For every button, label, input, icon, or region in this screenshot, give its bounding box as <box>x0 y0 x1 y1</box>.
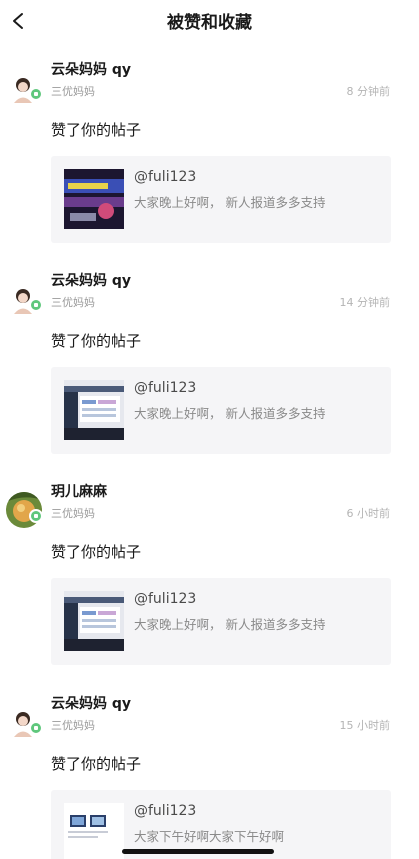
post-excerpt: 大家晚上好啊， 新人报道多多支持 <box>134 406 326 421</box>
level-badge-icon <box>29 87 43 101</box>
navigation-bar: 被赞和收藏 <box>0 0 419 44</box>
home-indicator[interactable] <box>122 849 274 854</box>
post-author[interactable]: @fuli123 <box>134 169 196 185</box>
action-text: 赞了你的帖子 <box>51 543 142 561</box>
timestamp: 14 分钟前 <box>339 296 391 309</box>
username[interactable]: 云朵妈妈 qy <box>51 59 131 79</box>
post-thumbnail <box>64 380 124 440</box>
action-text: 赞了你的帖子 <box>51 121 142 139</box>
notification-item[interactable]: 云朵妈妈 qy 三优妈妈 14 分钟前 赞了你的帖子 @fuli123 大家晚上… <box>0 261 419 472</box>
timestamp: 8 分钟前 <box>346 85 391 98</box>
post-thumbnail <box>64 803 124 859</box>
post-thumbnail <box>64 591 124 651</box>
page-title: 被赞和收藏 <box>167 13 252 33</box>
post-author[interactable]: @fuli123 <box>134 591 196 607</box>
post-excerpt: 大家晚上好啊， 新人报道多多支持 <box>134 617 326 632</box>
post-thumbnail <box>64 169 124 229</box>
action-text: 赞了你的帖子 <box>51 332 142 350</box>
action-text: 赞了你的帖子 <box>51 755 142 773</box>
user-level: 三优妈妈 <box>51 296 95 309</box>
post-card[interactable]: @fuli123 大家晚上好啊， 新人报道多多支持 <box>51 578 391 665</box>
post-card[interactable]: @fuli123 大家晚上好啊， 新人报道多多支持 <box>51 367 391 454</box>
notification-item[interactable]: 云朵妈妈 qy 三优妈妈 8 分钟前 赞了你的帖子 @fuli123 大家晚上好… <box>0 50 419 261</box>
timestamp: 15 小时前 <box>339 719 391 732</box>
level-badge-icon <box>29 298 43 312</box>
notification-item[interactable]: 云朵妈妈 qy 三优妈妈 15 小时前 赞了你的帖子 @fuli123 大家下午… <box>0 684 419 859</box>
level-badge-icon <box>29 721 43 735</box>
timestamp: 6 小时前 <box>346 507 391 520</box>
post-excerpt: 大家晚上好啊， 新人报道多多支持 <box>134 195 326 210</box>
level-badge-icon <box>29 509 43 523</box>
post-author[interactable]: @fuli123 <box>134 380 196 396</box>
post-author[interactable]: @fuli123 <box>134 803 196 819</box>
notification-item[interactable]: 玥儿麻麻 三优妈妈 6 小时前 赞了你的帖子 @fuli123 大家晚上好啊， … <box>0 472 419 683</box>
post-excerpt: 大家下午好啊大家下午好啊 <box>134 829 285 844</box>
username[interactable]: 云朵妈妈 qy <box>51 693 131 713</box>
username[interactable]: 玥儿麻麻 <box>51 481 107 501</box>
user-level: 三优妈妈 <box>51 719 95 732</box>
user-level: 三优妈妈 <box>51 507 95 520</box>
username[interactable]: 云朵妈妈 qy <box>51 270 131 290</box>
user-level: 三优妈妈 <box>51 85 95 98</box>
post-card[interactable]: @fuli123 大家晚上好啊， 新人报道多多支持 <box>51 156 391 243</box>
